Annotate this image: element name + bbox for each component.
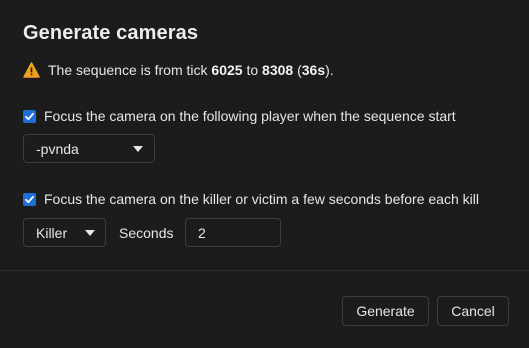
warning-icon (23, 62, 40, 78)
footer-divider (0, 270, 529, 271)
checkmark-icon (25, 195, 34, 203)
seconds-input[interactable] (185, 218, 281, 247)
cancel-button[interactable]: Cancel (437, 296, 509, 326)
player-select[interactable]: -pvnda (23, 134, 155, 163)
generate-button[interactable]: Generate (342, 296, 429, 326)
warning-text-close: ). (325, 62, 334, 78)
dialog-title: Generate cameras (23, 22, 199, 44)
start-tick: 6025 (211, 62, 243, 78)
focus-player-checkbox[interactable] (23, 109, 36, 123)
player-select-value: -pvnda (36, 140, 79, 157)
end-tick: 8308 (262, 62, 294, 78)
warning-text-open: ( (293, 62, 302, 78)
focus-player-option[interactable]: Focus the camera on the following player… (23, 108, 456, 124)
generate-cameras-dialog: Generate cameras The sequence is from ti… (0, 0, 529, 348)
warning-text-prefix: The sequence is from tick (48, 62, 212, 78)
duration: 36s (301, 62, 326, 78)
focus-kill-option[interactable]: Focus the camera on the killer or victim… (23, 191, 479, 207)
warning-text-to: to (242, 62, 263, 78)
seconds-label: Seconds (119, 225, 174, 241)
killer-victim-select-value: Killer (36, 224, 68, 241)
chevron-down-icon (85, 230, 95, 236)
focus-kill-label: Focus the camera on the killer or victim… (44, 191, 479, 207)
checkmark-icon (25, 112, 34, 120)
sequence-warning: The sequence is from tick 6025 to 8308 (… (23, 62, 334, 78)
chevron-down-icon (133, 146, 143, 152)
focus-kill-checkbox[interactable] (23, 192, 36, 206)
killer-victim-select[interactable]: Killer (23, 218, 106, 247)
focus-player-label: Focus the camera on the following player… (44, 108, 456, 124)
